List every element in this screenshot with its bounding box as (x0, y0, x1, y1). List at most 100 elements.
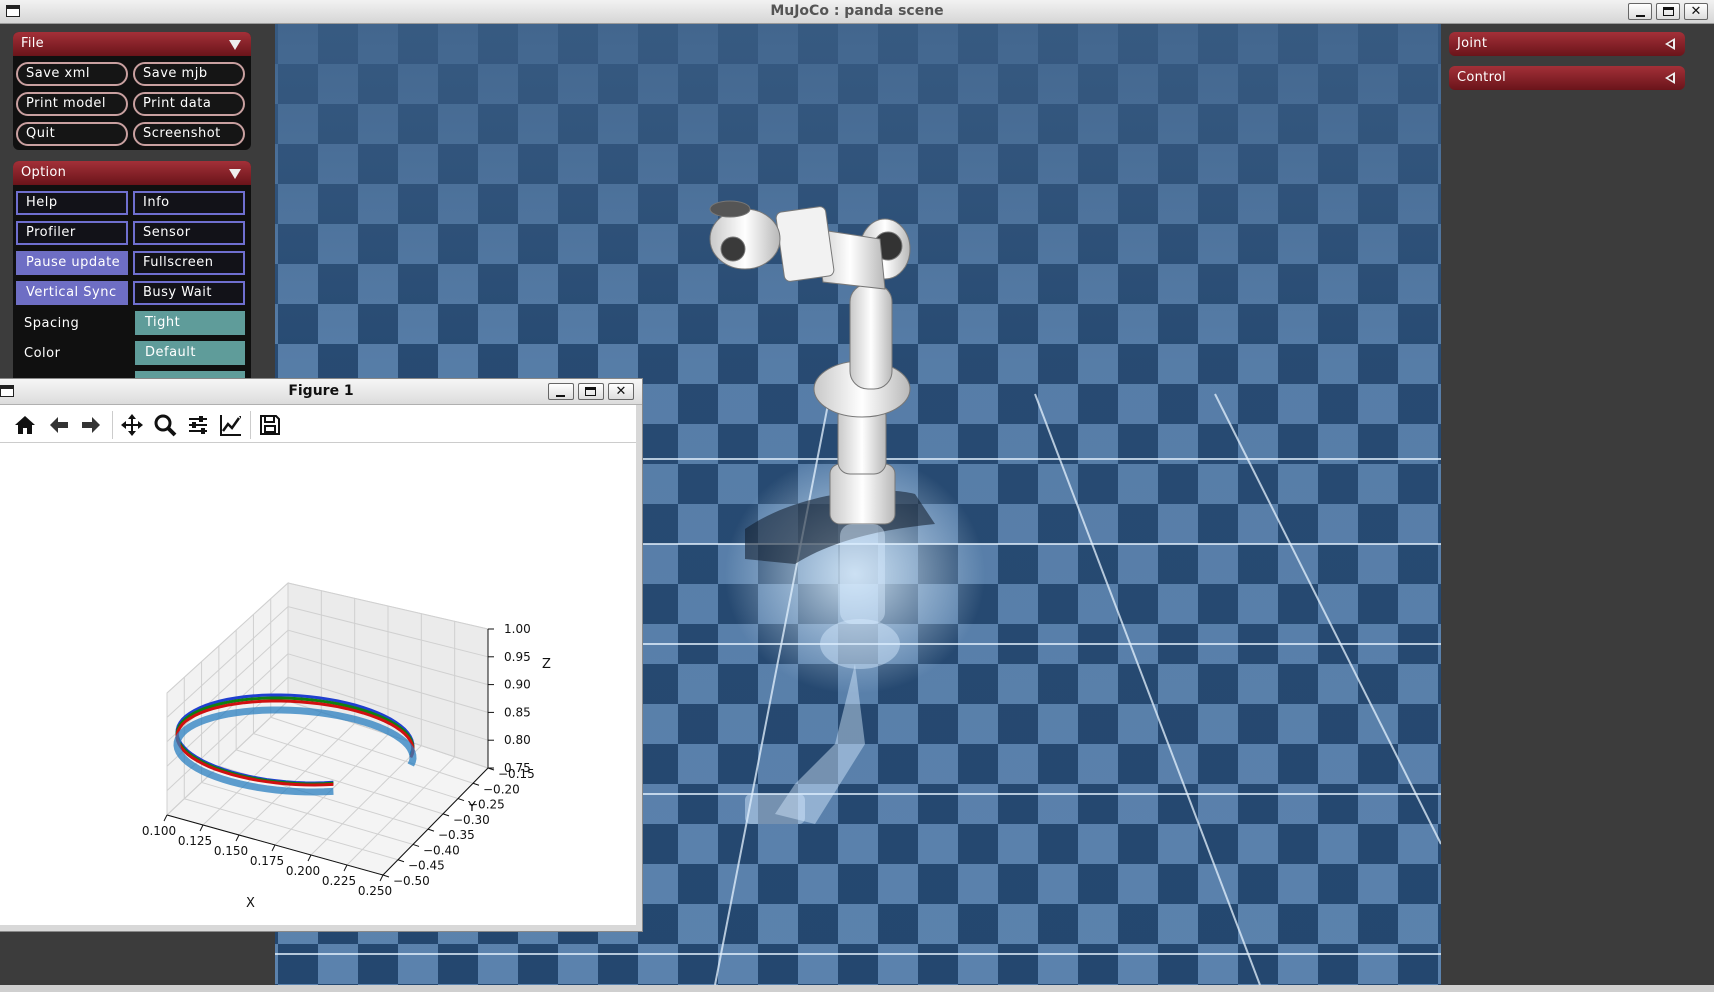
x-tick-label: 0.150 (214, 844, 248, 858)
y-tick-mark (457, 798, 465, 802)
home-icon[interactable] (13, 413, 37, 437)
close-button[interactable]: ✕ (1684, 3, 1708, 20)
toolbar-separator (112, 411, 113, 439)
y-tick-label: −0.35 (438, 828, 475, 842)
y-tick-mark (427, 828, 435, 832)
busy-wait-toggle[interactable]: Busy Wait (133, 281, 245, 305)
figure-minimize-button[interactable] (548, 383, 574, 400)
z-tick-label: 1.00 (504, 622, 531, 636)
figure-window[interactable]: Figure 1 ✕ 0.75 0.80 0.85 0.90 0.95 1.00… (0, 379, 642, 931)
sensor-toggle[interactable]: Sensor (133, 221, 245, 245)
expand-triangle-icon (1665, 72, 1675, 84)
x-tick-label: 0.125 (178, 834, 212, 848)
info-toggle[interactable]: Info (133, 191, 245, 215)
x-tick-label: 0.175 (250, 854, 284, 868)
x-tick-label: 0.100 (142, 824, 176, 838)
x-tick-label: 0.250 (358, 884, 392, 898)
zoom-icon[interactable] (153, 413, 177, 437)
z-tick-label: 0.90 (504, 678, 531, 692)
y-tick-label: −0.15 (498, 767, 535, 781)
toolbar-separator (250, 411, 251, 439)
figure-border (0, 925, 642, 931)
color-select[interactable]: Default (135, 341, 245, 365)
maximize-icon (1663, 7, 1674, 16)
z-tick-label: 0.95 (504, 650, 531, 664)
collapse-triangle-icon (229, 40, 241, 50)
y-tick-label: −0.50 (393, 874, 430, 888)
maximize-button[interactable] (1656, 3, 1680, 20)
joint-section-header[interactable]: Joint (1449, 32, 1685, 56)
window-title: MuJoCo : panda scene (770, 3, 944, 19)
y-tick-label: −0.45 (408, 859, 445, 873)
x-tick-mark (307, 854, 312, 862)
y-tick-label: −0.40 (423, 843, 460, 857)
x-tick-mark (235, 834, 240, 842)
vertical-sync-toggle[interactable]: Vertical Sync (16, 281, 128, 305)
print-model-button[interactable]: Print model (16, 92, 128, 116)
minimize-icon (556, 395, 565, 397)
y-tick-mark (442, 813, 450, 817)
quit-button[interactable]: Quit (16, 122, 128, 146)
y-tick-mark (472, 782, 480, 786)
file-section: File Save xml Save mjb Print model Print… (13, 32, 251, 150)
plot-3d-axes[interactable]: 0.750.800.850.900.951.000.1000.1250.1500… (0, 443, 636, 925)
z-tick-label: 0.85 (504, 705, 531, 719)
option-section: Option Help Info Profiler Sensor Pause u… (13, 161, 251, 401)
print-data-button[interactable]: Print data (133, 92, 245, 116)
figure-border (636, 405, 642, 931)
x-tick-label: 0.225 (322, 874, 356, 888)
x-tick-mark (163, 814, 168, 822)
main-titlebar[interactable]: MuJoCo : panda scene ✕ (0, 0, 1714, 24)
control-section-title: Control (1457, 70, 1507, 85)
pause-update-toggle[interactable]: Pause update (16, 251, 128, 275)
control-section-header[interactable]: Control (1449, 66, 1685, 90)
figure-titlebar[interactable]: Figure 1 ✕ (0, 379, 642, 405)
forward-arrow-icon[interactable] (79, 413, 103, 437)
x-axis-label: X (246, 896, 255, 911)
bottom-border (0, 985, 1714, 992)
x-tick-mark (343, 864, 348, 872)
profiler-toggle[interactable]: Profiler (16, 221, 128, 245)
figure-close-button[interactable]: ✕ (608, 383, 634, 400)
y-axis-label: Y (467, 800, 476, 815)
edit-axis-icon[interactable] (219, 413, 243, 437)
fullscreen-toggle[interactable]: Fullscreen (133, 251, 245, 275)
help-toggle[interactable]: Help (16, 191, 128, 215)
collapse-triangle-icon (229, 169, 241, 179)
expand-triangle-icon (1665, 38, 1675, 50)
file-section-header[interactable]: File (13, 32, 251, 56)
x-tick-label: 0.200 (286, 864, 320, 878)
spacing-select[interactable]: Tight (135, 311, 245, 335)
joint-section-title: Joint (1457, 36, 1488, 51)
color-label: Color (24, 346, 61, 361)
close-icon: ✕ (1690, 4, 1702, 19)
figure-title: Figure 1 (288, 383, 354, 399)
figure-toolbar (0, 405, 636, 443)
save-icon[interactable] (258, 413, 282, 437)
right-panel: Joint Control (1441, 24, 1709, 985)
y-tick-mark (382, 874, 390, 878)
option-section-header[interactable]: Option (13, 161, 251, 185)
spacing-label: Spacing (24, 316, 80, 331)
screenshot-button[interactable]: Screenshot (133, 122, 245, 146)
x-tick-mark (199, 824, 204, 832)
minimize-icon (1636, 15, 1645, 17)
close-icon: ✕ (615, 384, 627, 399)
z-tick-label: 0.80 (504, 733, 531, 747)
maximize-icon (585, 387, 596, 396)
y-tick-label: −0.20 (483, 782, 520, 796)
x-tick-mark (271, 844, 276, 852)
minimize-button[interactable] (1628, 3, 1652, 20)
figure-maximize-button[interactable] (578, 383, 604, 400)
pan-icon[interactable] (120, 413, 144, 437)
save-xml-button[interactable]: Save xml (16, 62, 128, 86)
configure-subplots-icon[interactable] (186, 413, 210, 437)
x-tick-mark (379, 874, 384, 882)
file-section-title: File (21, 36, 44, 51)
save-mjb-button[interactable]: Save mjb (133, 62, 245, 86)
y-tick-mark (397, 859, 405, 863)
z-axis-label: Z (542, 657, 551, 672)
back-arrow-icon[interactable] (47, 413, 71, 437)
option-section-title: Option (21, 165, 67, 180)
y-tick-mark (412, 843, 420, 847)
